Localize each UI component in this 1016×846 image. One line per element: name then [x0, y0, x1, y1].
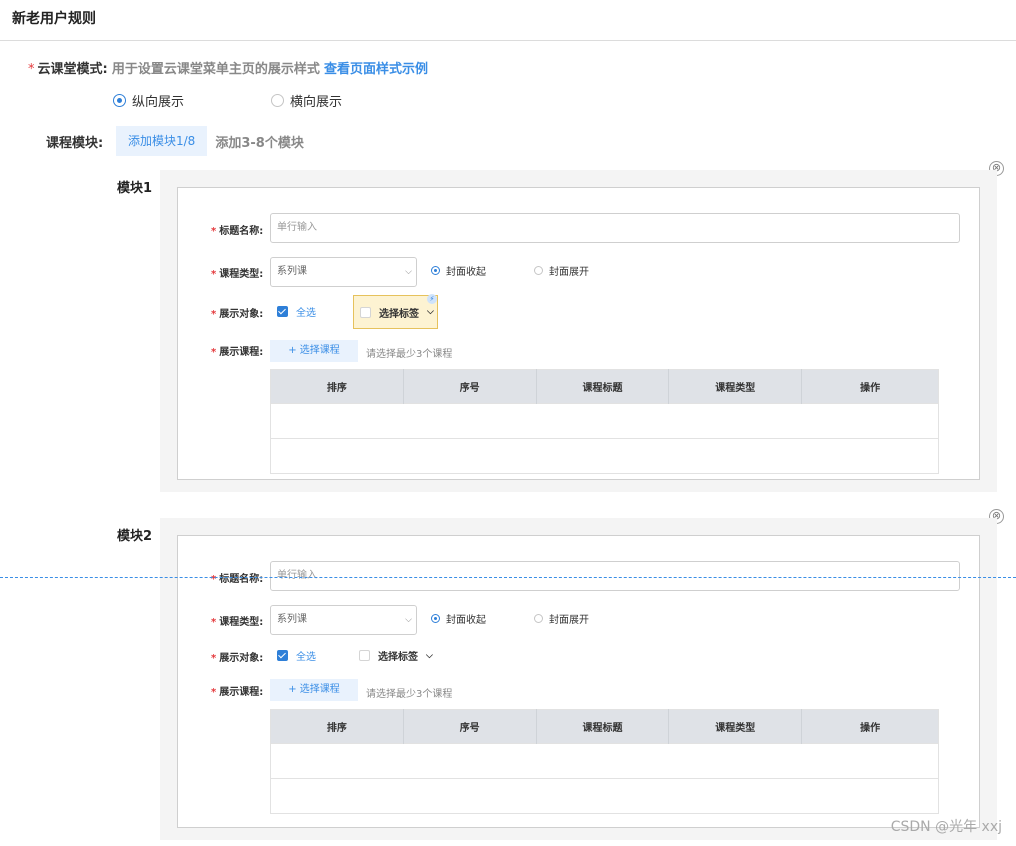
table-row	[270, 403, 939, 439]
checkbox-unchecked-icon	[359, 650, 370, 661]
choose-courses-button[interactable]: + 选择课程	[270, 679, 358, 701]
checkbox-checked-icon	[277, 650, 288, 661]
course-table: 排序 序号 课程标题 课程类型 操作	[270, 369, 939, 474]
radio-unselected-icon	[534, 614, 543, 623]
cloud-mode-label: 云课堂模式:	[37, 62, 108, 77]
view-example-link[interactable]: 查看页面样式示例	[324, 62, 428, 77]
chevron-down-icon: ⌵	[426, 650, 433, 661]
choose-courses-hint: 请选择最少3个课程	[366, 689, 453, 700]
column-header[interactable]: 排序	[270, 709, 404, 744]
title-name-input[interactable]: 单行输入	[270, 561, 960, 591]
cloud-mode-row: * 云课堂模式: 用于设置云课堂菜单主页的展示样式 查看页面样式示例	[28, 58, 428, 77]
lightning-icon: ⚡	[427, 294, 437, 304]
chevron-down-icon: ⌵	[405, 615, 412, 625]
select-tags-dropdown[interactable]: 选择标签 ⌵ ⚡	[353, 294, 438, 329]
cloud-mode-description: 用于设置云课堂菜单主页的展示样式	[111, 62, 320, 77]
select-all-checkbox[interactable]: 全选	[277, 648, 316, 663]
choose-courses-hint: 请选择最少3个课程	[366, 349, 453, 360]
cover-collapse-radio[interactable]: 封面收起	[431, 263, 486, 278]
module-2-form: * 标题名称: 单行输入 * 课程类型: 系列课 ⌵ 封面收起 封面展开 * 展示对象:…	[177, 535, 980, 828]
radio-vertical[interactable]: 纵向展示	[113, 91, 184, 110]
required-mark: *	[28, 62, 35, 77]
module-2-panel: * 标题名称: 单行输入 * 课程类型: 系列课 ⌵ 封面收起 封面展开 * 展示对象:…	[160, 518, 997, 840]
radio-unselected-icon	[271, 94, 284, 107]
table-row	[270, 743, 939, 779]
table-row	[270, 778, 939, 814]
page-title: 新老用户规则	[12, 11, 96, 27]
title-divider	[0, 40, 1016, 41]
course-table: 排序 序号 课程标题 课程类型 操作	[270, 709, 939, 814]
cover-collapse-radio[interactable]: 封面收起	[431, 611, 486, 626]
module-1-title: 模块1	[117, 181, 153, 196]
radio-vertical-label: 纵向展示	[132, 95, 185, 110]
course-type-select[interactable]: 系列课 ⌵	[270, 257, 417, 287]
add-module-hint: 添加3-8个模块	[215, 135, 304, 151]
choose-courses-button[interactable]: + 选择课程	[270, 340, 358, 362]
course-modules-row: 课程模块: 添加模块1/8 添加3-8个模块	[46, 126, 304, 156]
display-courses-label: * 展示课程:	[211, 347, 264, 358]
chevron-down-icon: ⌵	[427, 307, 434, 317]
column-header[interactable]: 课程类型	[668, 369, 803, 404]
table-header-row: 排序 序号 课程标题 课程类型 操作	[270, 369, 939, 404]
module-2-title: 模块2	[117, 529, 153, 544]
cover-expand-radio[interactable]: 封面展开	[534, 611, 589, 626]
radio-unselected-icon	[534, 266, 543, 275]
chevron-down-icon: ⌵	[405, 267, 412, 277]
select-all-checkbox[interactable]: 全选	[277, 304, 316, 319]
title-name-input[interactable]: 单行输入	[270, 213, 960, 243]
drag-guide-line	[0, 577, 1016, 578]
table-header-row: 排序 序号 课程标题 课程类型 操作	[270, 709, 939, 744]
display-target-label: * 展示对象:	[211, 653, 264, 664]
column-header[interactable]: 课程类型	[668, 709, 803, 744]
watermark: CSDN @光年 xxj	[890, 819, 1002, 835]
column-header[interactable]: 课程标题	[536, 369, 670, 404]
radio-horizontal[interactable]: 横向展示	[271, 91, 342, 110]
select-tags-dropdown[interactable]: 选择标签 ⌵	[359, 648, 433, 663]
column-header[interactable]: 操作	[801, 369, 939, 404]
add-module-button[interactable]: 添加模块1/8	[116, 126, 208, 156]
column-header[interactable]: 课程标题	[536, 709, 670, 744]
course-type-label: * 课程类型:	[211, 269, 264, 280]
radio-selected-icon	[431, 614, 440, 623]
title-name-label: * 标题名称:	[211, 226, 264, 237]
course-type-select[interactable]: 系列课 ⌵	[270, 605, 417, 635]
cover-expand-radio[interactable]: 封面展开	[534, 263, 589, 278]
course-type-label: * 课程类型:	[211, 617, 264, 628]
module-1-panel: * 标题名称: 单行输入 * 课程类型: 系列课 ⌵ 封面收起 封面展开 * 展示对象:…	[160, 170, 997, 492]
column-header[interactable]: 操作	[801, 709, 939, 744]
course-modules-label: 课程模块:	[46, 135, 104, 151]
radio-selected-icon	[431, 266, 440, 275]
column-header[interactable]: 序号	[403, 709, 537, 744]
display-target-label: * 展示对象:	[211, 309, 264, 320]
module-1-form: * 标题名称: 单行输入 * 课程类型: 系列课 ⌵ 封面收起 封面展开 * 展示对象:…	[177, 187, 980, 480]
checkbox-unchecked-icon	[360, 306, 371, 318]
checkbox-checked-icon	[277, 306, 288, 317]
radio-horizontal-label: 横向展示	[290, 95, 343, 110]
column-header[interactable]: 排序	[270, 369, 404, 404]
radio-selected-icon	[113, 94, 126, 107]
column-header[interactable]: 序号	[403, 369, 537, 404]
display-courses-label: * 展示课程:	[211, 687, 264, 698]
table-row	[270, 438, 939, 474]
